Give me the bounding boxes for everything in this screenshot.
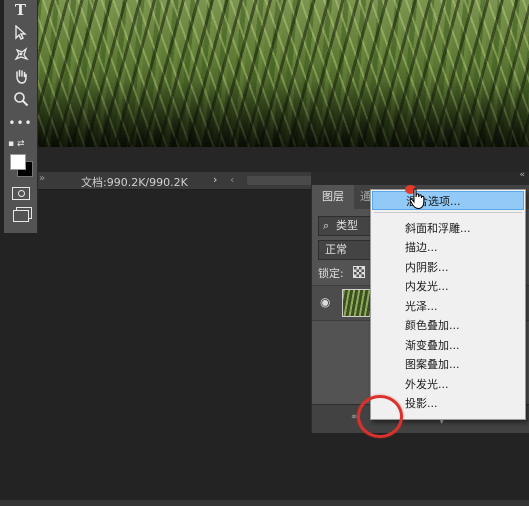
foreground-color-swatch[interactable] (10, 154, 26, 170)
path-selection-tool-icon[interactable] (7, 22, 34, 42)
tools-panel: T ••• ▪ ⇄ (4, 0, 38, 233)
panel-dock-header: « (311, 170, 529, 184)
puppet-warp-tool-icon[interactable] (7, 44, 34, 64)
menu-item-satin[interactable]: 光泽... (372, 297, 524, 316)
blend-mode-select[interactable]: 正常 (318, 240, 372, 260)
type-tool-icon[interactable]: T (7, 0, 34, 20)
hand-tool-icon[interactable] (7, 66, 34, 86)
quick-mask-icon[interactable] (7, 184, 34, 204)
filter-kind-label: 类型 (336, 219, 358, 232)
bottom-edge (0, 500, 529, 506)
menu-item-blending-options[interactable]: 混合选项... (372, 191, 524, 210)
tab-overflow-icon[interactable]: » (39, 173, 45, 184)
swap-colors-icon[interactable]: ▪ ⇄ (8, 138, 32, 150)
menu-divider (374, 212, 522, 213)
menu-item-pattern-overlay[interactable]: 图案叠加... (372, 355, 524, 374)
scroll-left-arrow[interactable]: ‹ (230, 173, 234, 186)
layer-filter-dropdown[interactable]: ⌕ 类型 (318, 216, 372, 236)
layer-thumbnail[interactable] (342, 289, 372, 317)
hand-pointer-icon (409, 188, 425, 210)
menu-item-gradient-overlay[interactable]: 渐变叠加... (372, 336, 524, 355)
document-size-info[interactable]: 文档:990.2K/990.2K (81, 174, 188, 190)
tab-layers[interactable]: 图层 (312, 185, 354, 209)
menu-item-inner-glow[interactable]: 内发光... (372, 277, 524, 296)
status-menu-arrow[interactable]: › (213, 173, 217, 186)
menu-item-stroke[interactable]: 描边... (372, 238, 524, 257)
blend-mode-value: 正常 (325, 243, 347, 256)
edit-toolbar-icon[interactable]: ••• (7, 113, 34, 133)
click-highlight-ring (357, 395, 403, 438)
canvas-image[interactable] (37, 0, 529, 147)
collapse-panels-icon[interactable]: « (519, 170, 525, 180)
layer-style-menu: 混合选项... 斜面和浮雕... 描边... 内阴影... 内发光... 光泽.… (370, 189, 526, 420)
eye-icon[interactable]: ◉ (320, 295, 330, 309)
lock-transparency-icon[interactable] (353, 266, 365, 278)
search-icon: ⌕ (323, 219, 330, 232)
menu-item-color-overlay[interactable]: 颜色叠加... (372, 316, 524, 335)
lock-label: 锁定: (318, 267, 344, 280)
menu-item-inner-shadow[interactable]: 内阴影... (372, 258, 524, 277)
zoom-tool-icon[interactable] (7, 89, 34, 109)
canvas-pasteboard (37, 147, 529, 172)
menu-item-bevel-emboss[interactable]: 斜面和浮雕... (372, 219, 524, 238)
screen-mode-icon[interactable] (7, 206, 34, 226)
menu-item-outer-glow[interactable]: 外发光... (372, 375, 524, 394)
